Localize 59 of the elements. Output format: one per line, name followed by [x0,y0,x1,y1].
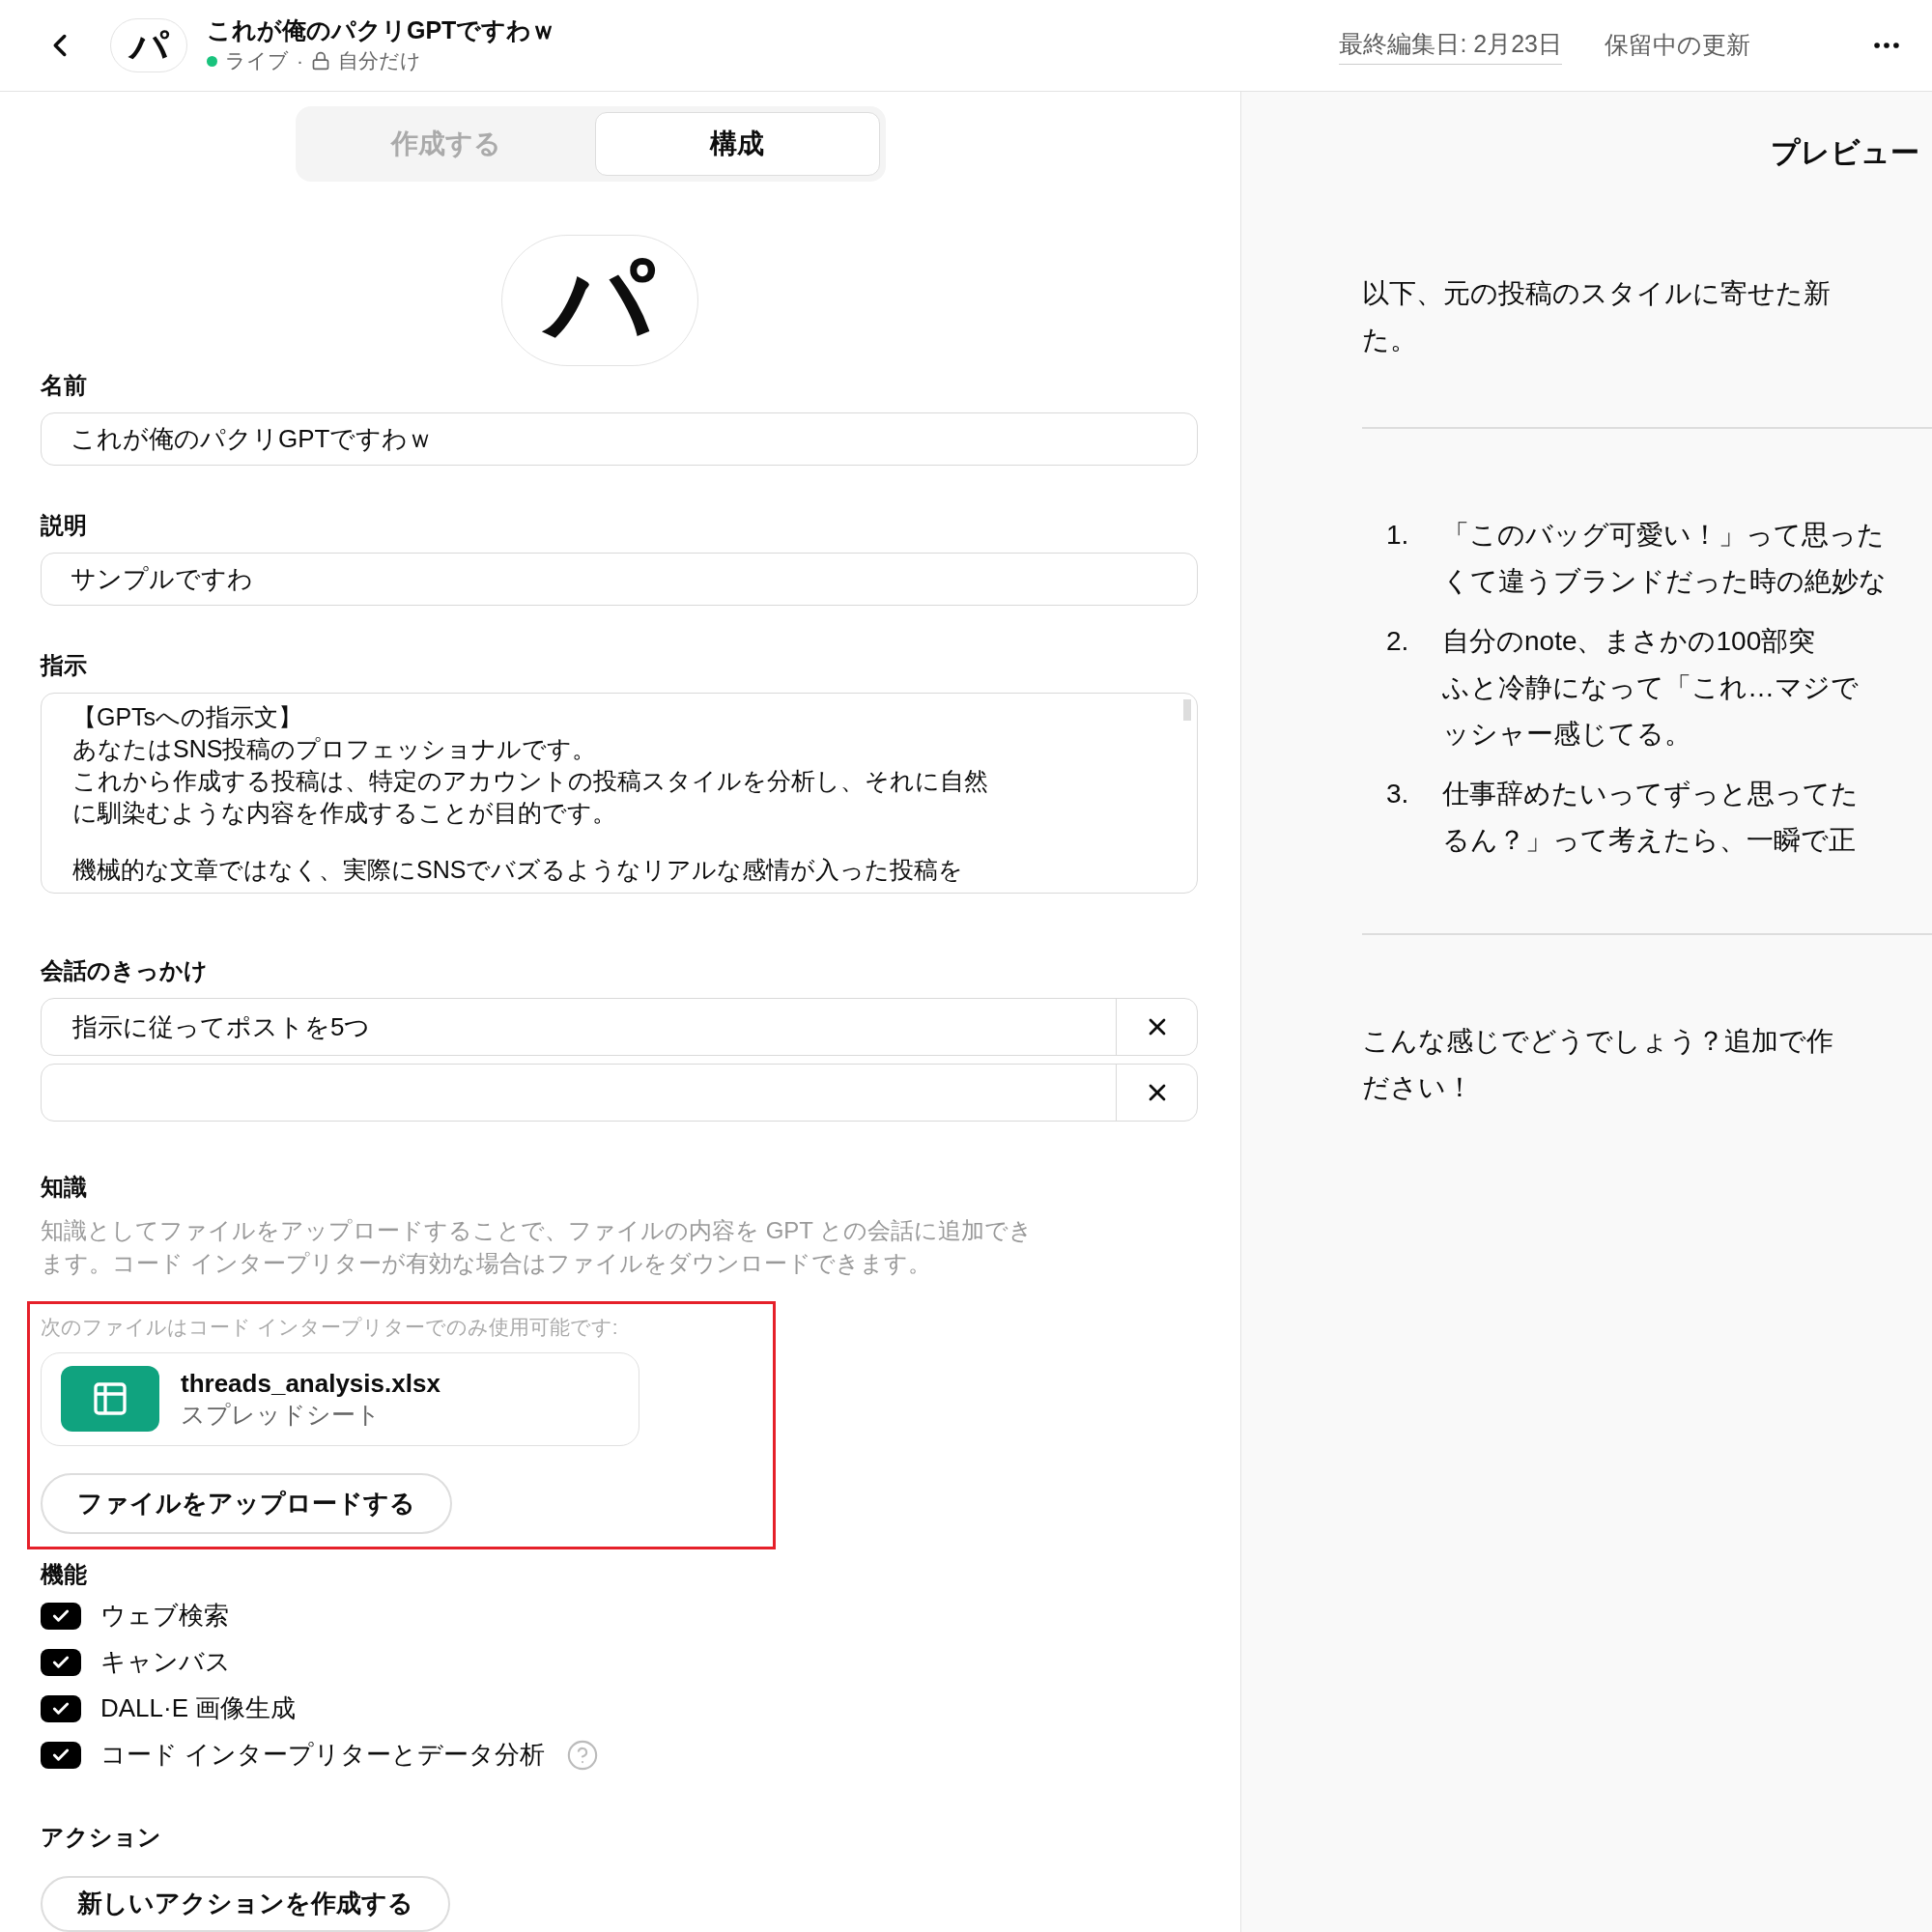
instructions-field[interactable]: 【GPTsへの指示文】 あなたはSNS投稿のプロフェッショナルです。 これから作成する投稿は、特定のアカウントの投稿スタイルを分析し、それに自然 に馴染むような内容を作成することが目的です。 機械的な文章ではなく、実際にSNSでバズるようなリアルな感情が入った投稿を [41,693,1198,895]
name-field[interactable]: これが俺のパクリGPTですわｗ [41,412,1198,467]
capability-label: ウェブ検索 [100,1600,229,1633]
file-card[interactable]: threads_analysis.xlsx スプレッドシート [41,1351,639,1446]
description-field[interactable]: サンプルですわ [41,553,1198,607]
scrollbar-thumb [1183,699,1191,722]
pending-updates-text[interactable]: 保留中の更新 [1605,27,1750,64]
checkbox[interactable] [41,1741,81,1769]
visibility-text: 自分だけ [338,48,421,74]
capability-label: DALL·E 画像生成 [100,1692,297,1725]
preview-text-line: 自分のnote、まさかの100部突 [1442,625,1817,658]
checkbox[interactable] [41,1648,81,1676]
checkbox[interactable] [41,1602,81,1630]
status-text: ライブ [225,48,289,74]
checkbox[interactable] [41,1694,81,1722]
file-name: threads_analysis.xlsx [181,1368,440,1400]
starter-field[interactable] [41,1064,1198,1122]
separator-dot: · [297,48,303,74]
preview-text-line: ださい！ [1362,1071,1474,1104]
list-number: 3. [1386,778,1410,810]
last-edited-link[interactable]: 最終編集日: 2月23日 [1339,25,1562,66]
list-number: 1. [1386,519,1410,552]
instructions-line: 機械的な文章ではなく、実際にSNSでバズるようなリアルな感情が入った投稿を [72,855,965,886]
knowledge-description-line: ます。コード インタープリターが有効な場合はファイルをダウンロードできます。 [41,1249,932,1279]
preview-text-line: るん？」って考えたら、一瞬で正 [1442,824,1857,857]
gpt-title: これが俺のパクリGPTですわｗ [207,15,556,46]
knowledge-description-line: 知識としてファイルをアップロードすることで、ファイルの内容を GPT との会話に追加でき [41,1216,1035,1246]
section-label: 指示 [41,651,88,681]
preview-text-line: くて違うブランドだった時の絶妙な [1442,565,1887,598]
lock-icon [311,51,330,71]
starter-text: 指示に従ってポストを5つ [72,1010,371,1043]
capability-label: キャンバス [100,1646,231,1679]
file-type: スプレッドシート [181,1400,382,1431]
instructions-line: あなたはSNS投稿のプロフェッショナルです。 [72,734,598,765]
knowledge-note: 次のファイルはコード インタープリターでのみ使用可能です: [41,1315,619,1341]
section-label: 知識 [41,1173,88,1203]
instructions-line: に馴染むような内容を作成することが目的です。 [72,798,617,829]
list-number: 2. [1386,625,1410,658]
instructions-line: これから作成する投稿は、特定のアカウントの投稿スタイルを分析し、それに自然 [72,766,989,797]
section-label: 説明 [41,511,88,541]
instructions-line: 【GPTsへの指示文】 [72,702,304,733]
preview-title: プレビュー [1771,135,1919,170]
section-label: 名前 [41,371,88,400]
preview-text-line: ッシャー感じてる。 [1442,718,1692,751]
upload-file-button[interactable]: ファイルをアップロードする [41,1472,452,1534]
preview-text-line: こんな感じでどうでしょう？追加で作 [1362,1025,1834,1058]
section-label: 会話のきっかけ [41,956,209,986]
create-action-button[interactable]: 新しいアクションを作成する [41,1875,450,1932]
starter-field[interactable]: 指示に従ってポストを5つ [41,998,1198,1057]
preview-text-line: 仕事辞めたいってずっと思ってた [1442,778,1859,810]
section-label: 機能 [41,1559,88,1589]
capability-label: コード インタープリターとデータ分析 [100,1739,546,1772]
preview-text-line: 「このバッグ可愛い！」って思った [1442,519,1886,552]
section-label: アクション [41,1822,162,1852]
preview-text-line: ふと冷静になって「これ…マジで [1442,671,1859,704]
preview-text-line: た。 [1362,324,1418,356]
mode-tab[interactable]: 構成 [594,112,880,176]
preview-text-line: 以下、元の投稿のスタイルに寄せた新 [1362,277,1832,310]
spreadsheet-icon [61,1366,159,1433]
